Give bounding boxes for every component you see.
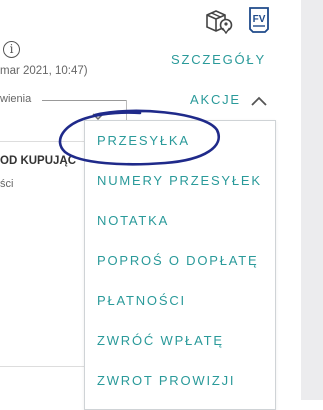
field-label: wienia <box>0 93 32 105</box>
bottom-divider <box>0 366 84 367</box>
info-icon[interactable]: i <box>3 41 20 58</box>
menu-item-note[interactable]: NOTATKA <box>97 213 169 228</box>
menu-item-shipment[interactable]: PRZESYŁKA <box>97 133 190 148</box>
menu-item-refund-payment[interactable]: ZWRÓĆ WPŁATĘ <box>97 333 224 348</box>
field-line <box>42 100 126 101</box>
chevron-up-icon[interactable] <box>251 96 267 106</box>
section-divider <box>0 141 84 142</box>
actions-dropdown-menu: PRZESYŁKA NUMERY PRZESYŁEK NOTATKA POPRO… <box>84 120 276 410</box>
right-sidebar-strip <box>301 0 323 400</box>
menu-item-tracking-numbers[interactable]: NUMERY PRZESYŁEK <box>97 173 262 188</box>
order-date: mar 2021, 10:47) <box>0 65 88 77</box>
invoice-fv-icon[interactable]: FV <box>248 7 270 33</box>
details-link[interactable]: SZCZEGÓŁY <box>171 52 266 67</box>
section-heading: OD KUPUJĄC <box>0 155 77 167</box>
package-location-icon[interactable] <box>205 8 233 35</box>
section-subtext: ści <box>0 178 14 190</box>
field-border <box>126 100 127 120</box>
menu-item-payments[interactable]: PŁATNOŚCI <box>97 293 186 308</box>
invoice-fv-label: FV <box>253 14 266 25</box>
menu-item-commission-refund[interactable]: ZWROT PROWIZJI <box>97 373 235 388</box>
menu-item-request-surcharge[interactable]: POPROŚ O DOPŁATĘ <box>97 253 258 268</box>
actions-link[interactable]: AKCJE <box>190 92 241 107</box>
